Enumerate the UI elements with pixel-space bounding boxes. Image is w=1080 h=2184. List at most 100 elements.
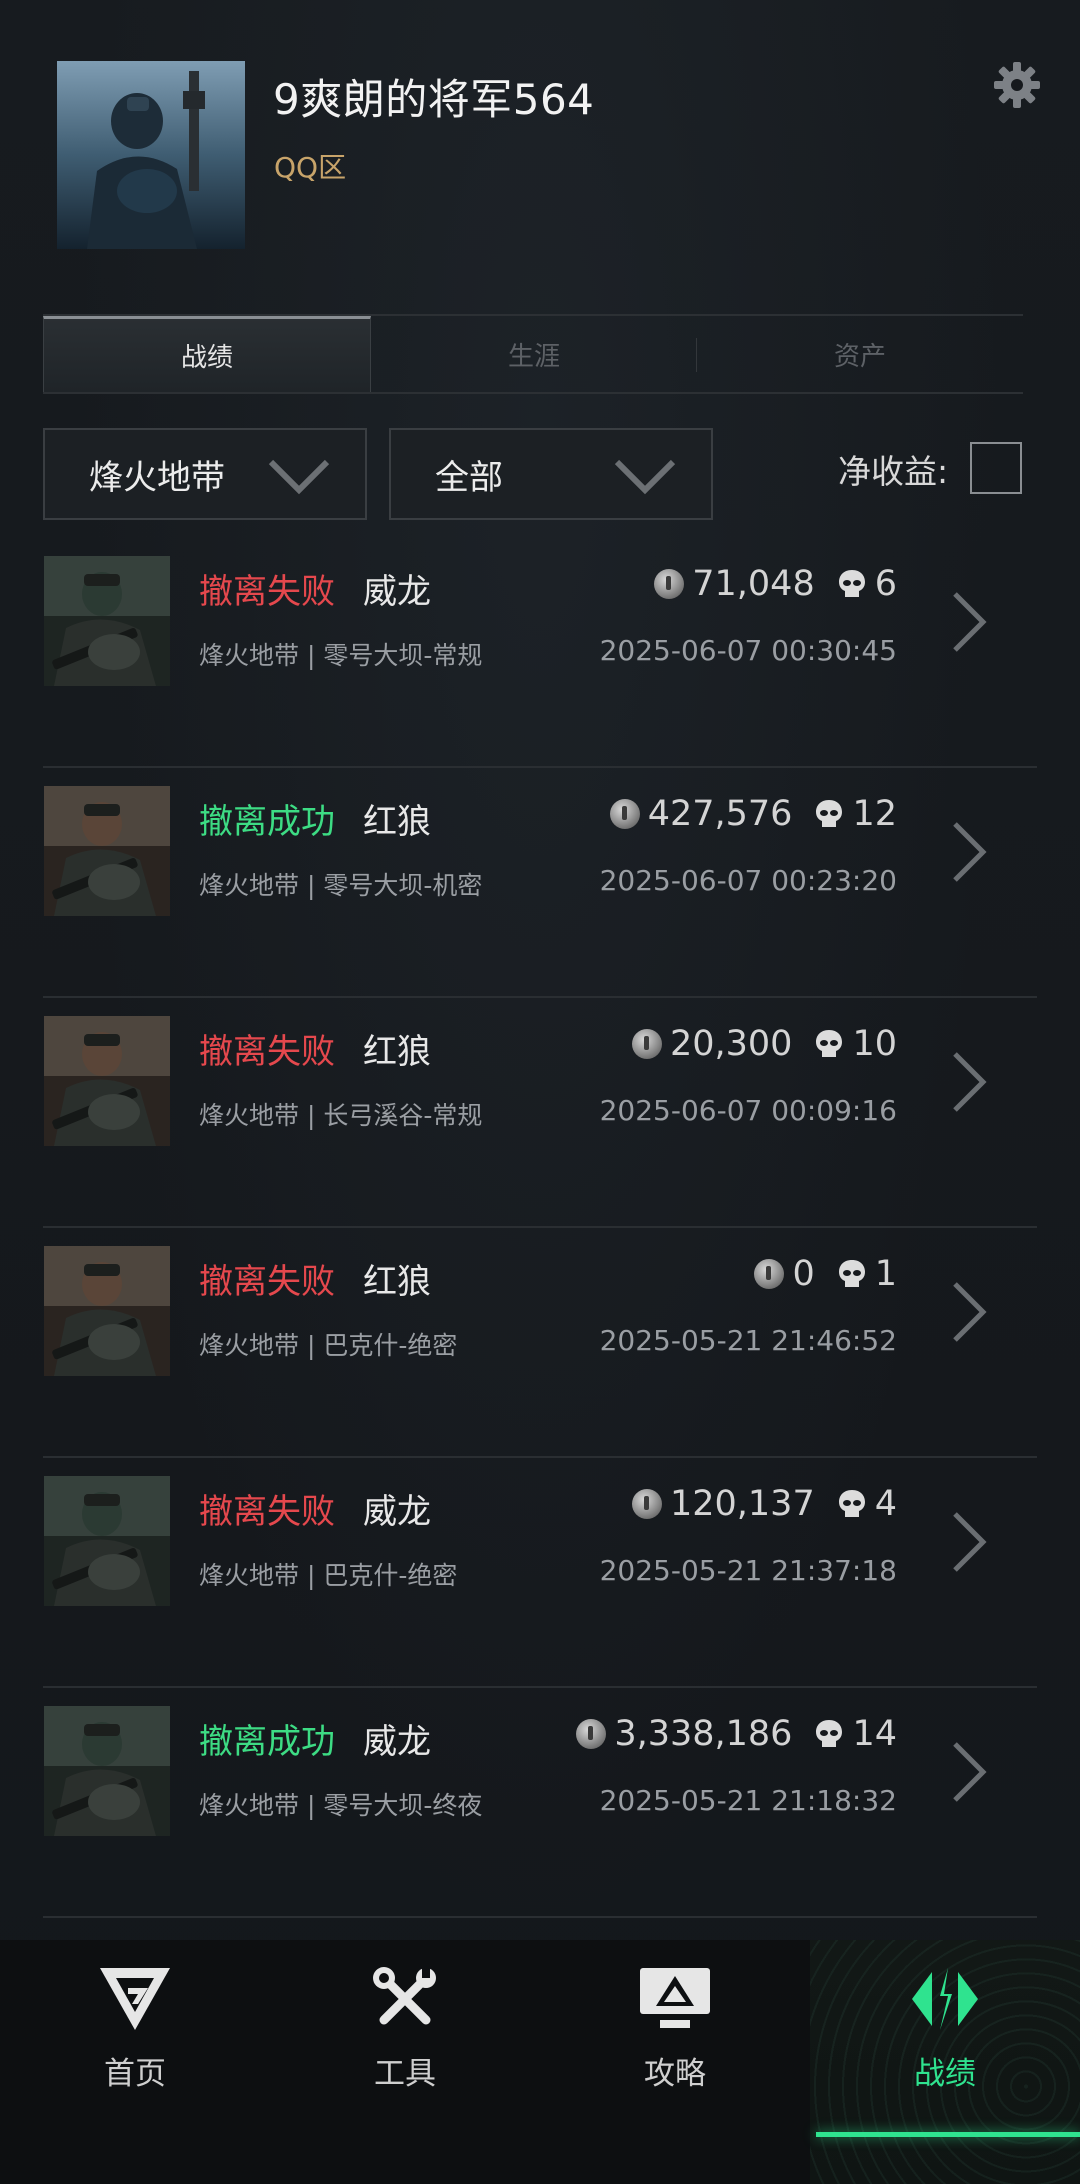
coin-icon bbox=[576, 1719, 607, 1749]
value-amount: 427,576 bbox=[647, 794, 793, 834]
coin-icon bbox=[631, 1489, 662, 1519]
operator-name: 红狼 bbox=[363, 802, 431, 842]
tools-icon bbox=[365, 1964, 445, 2034]
settings-gear-icon[interactable] bbox=[992, 60, 1042, 110]
operator-name: 红狼 bbox=[363, 1032, 431, 1072]
coin-icon bbox=[609, 799, 640, 829]
coin-icon bbox=[654, 569, 685, 599]
record-timestamp: 2025-05-21 21:18:32 bbox=[599, 1784, 897, 1817]
nav-label: 攻略 bbox=[644, 2056, 706, 2092]
record-row[interactable]: 撤离成功 红狼 烽火地带 | 零号大坝-机密 427,576 12 2025-0… bbox=[43, 768, 1037, 998]
skull-icon bbox=[838, 570, 865, 597]
scope-dropdown-label: 全部 bbox=[435, 457, 503, 498]
extraction-status: 撤离失败 bbox=[199, 1262, 335, 1302]
operator-name: 威龙 bbox=[363, 1722, 431, 1762]
tab-label: 资产 bbox=[833, 341, 886, 372]
operator-avatar bbox=[44, 1246, 170, 1376]
operator-avatar bbox=[44, 1706, 170, 1836]
net-income-checkbox[interactable] bbox=[970, 442, 1022, 494]
chevron-right-icon[interactable] bbox=[951, 1280, 987, 1344]
tab-records[interactable]: 战绩 bbox=[43, 316, 371, 392]
tab-bar: 战绩 生涯 资产 bbox=[43, 314, 1023, 394]
chevron-right-icon[interactable] bbox=[951, 590, 987, 654]
mode-dropdown-label: 烽火地带 bbox=[89, 457, 225, 498]
nav-records[interactable]: 战绩 bbox=[810, 1940, 1080, 2184]
chevron-right-icon[interactable] bbox=[951, 1510, 987, 1574]
kill-count: 4 bbox=[874, 1484, 897, 1524]
operator-avatar bbox=[44, 556, 170, 686]
active-tab-indicator bbox=[816, 2132, 1080, 2137]
value-amount: 3,338,186 bbox=[614, 1714, 793, 1754]
region-label: QQ区 bbox=[274, 151, 347, 184]
mode-dropdown[interactable]: 烽火地带 bbox=[43, 428, 367, 520]
bottom-nav: 首页 工具 攻略 战绩 bbox=[0, 1940, 1080, 2184]
mode-map-label: 烽火地带 | 零号大坝-常规 bbox=[199, 641, 483, 670]
skull-icon bbox=[816, 1720, 843, 1747]
extraction-status: 撤离失败 bbox=[199, 1032, 335, 1072]
skull-icon bbox=[816, 800, 843, 827]
extraction-status: 撤离成功 bbox=[199, 1722, 335, 1762]
coin-icon bbox=[631, 1029, 662, 1059]
profile-avatar[interactable] bbox=[57, 61, 245, 249]
record-row[interactable]: 撤离失败 红狼 烽火地带 | 巴克什-绝密 0 1 2025-05-21 21:… bbox=[43, 1228, 1037, 1458]
skull-icon bbox=[838, 1490, 865, 1517]
guide-monitor-icon bbox=[635, 1964, 715, 2034]
record-stats: 3,338,186 14 bbox=[576, 1710, 897, 1758]
operator-name: 威龙 bbox=[363, 572, 431, 612]
extraction-status: 撤离失败 bbox=[199, 572, 335, 612]
home-logo-icon bbox=[95, 1964, 175, 2034]
chevron-down-icon bbox=[614, 459, 676, 495]
record-stats: 427,576 12 bbox=[609, 790, 897, 838]
skull-icon bbox=[816, 1030, 843, 1057]
mode-map-label: 烽火地带 | 零号大坝-终夜 bbox=[199, 1791, 483, 1820]
tab-career[interactable]: 生涯 bbox=[371, 316, 697, 392]
value-amount: 120,137 bbox=[669, 1484, 815, 1524]
record-stats: 0 1 bbox=[754, 1250, 897, 1298]
chevron-right-icon[interactable] bbox=[951, 820, 987, 884]
value-amount: 20,300 bbox=[669, 1024, 793, 1064]
mode-map-label: 烽火地带 | 长弓溪谷-常规 bbox=[199, 1101, 483, 1130]
nav-label: 首页 bbox=[104, 2056, 166, 2092]
net-income-label: 净收益: bbox=[838, 452, 949, 491]
record-row[interactable]: 撤离失败 红狼 烽火地带 | 长弓溪谷-常规 20,300 10 2025-06… bbox=[43, 998, 1037, 1228]
record-timestamp: 2025-06-07 00:30:45 bbox=[599, 634, 897, 667]
record-row[interactable]: 撤离成功 威龙 烽火地带 | 零号大坝-终夜 3,338,186 14 2025… bbox=[43, 1688, 1037, 1918]
operator-name: 威龙 bbox=[363, 1492, 431, 1532]
record-timestamp: 2025-06-07 00:23:20 bbox=[599, 864, 897, 897]
operator-avatar bbox=[44, 1476, 170, 1606]
extraction-status: 撤离成功 bbox=[199, 802, 335, 842]
record-timestamp: 2025-05-21 21:46:52 bbox=[599, 1324, 897, 1357]
record-row[interactable]: 撤离失败 威龙 烽火地带 | 巴克什-绝密 120,137 4 2025-05-… bbox=[43, 1458, 1037, 1688]
nav-label: 战绩 bbox=[914, 2056, 976, 2092]
mode-map-label: 烽火地带 | 巴克什-绝密 bbox=[199, 1331, 458, 1360]
nav-guide[interactable]: 攻略 bbox=[540, 1940, 810, 2184]
tab-label: 战绩 bbox=[180, 343, 233, 373]
operator-avatar bbox=[44, 786, 170, 916]
kill-count: 12 bbox=[852, 794, 897, 834]
record-stats: 120,137 4 bbox=[631, 1480, 897, 1528]
record-stats: 20,300 10 bbox=[631, 1020, 897, 1068]
kill-count: 1 bbox=[874, 1254, 897, 1294]
chevron-down-icon bbox=[268, 459, 330, 495]
record-row[interactable]: 撤离失败 威龙 烽火地带 | 零号大坝-常规 71,048 6 2025-06-… bbox=[43, 538, 1037, 768]
nav-tools[interactable]: 工具 bbox=[270, 1940, 540, 2184]
username: 9爽朗的将军564 bbox=[273, 75, 595, 124]
kill-count: 10 bbox=[852, 1024, 897, 1064]
chevron-right-icon[interactable] bbox=[951, 1050, 987, 1114]
coin-icon bbox=[754, 1259, 785, 1289]
record-timestamp: 2025-05-21 21:37:18 bbox=[599, 1554, 897, 1587]
chevron-right-icon[interactable] bbox=[951, 1740, 987, 1804]
value-amount: 71,048 bbox=[692, 564, 815, 604]
page: 9爽朗的将军564 QQ区 战绩 生涯 资产 烽火地带 全部 净收益: 撤离失败… bbox=[0, 0, 1080, 2184]
operator-name: 红狼 bbox=[363, 1262, 431, 1302]
mode-map-label: 烽火地带 | 巴克什-绝密 bbox=[199, 1561, 458, 1590]
mode-map-label: 烽火地带 | 零号大坝-机密 bbox=[199, 871, 483, 900]
kill-count: 14 bbox=[852, 1714, 897, 1754]
nav-home[interactable]: 首页 bbox=[0, 1940, 270, 2184]
tab-assets[interactable]: 资产 bbox=[697, 316, 1023, 392]
record-icon bbox=[905, 1964, 985, 2034]
value-amount: 0 bbox=[792, 1254, 815, 1294]
record-timestamp: 2025-06-07 00:09:16 bbox=[599, 1094, 897, 1127]
scope-dropdown[interactable]: 全部 bbox=[389, 428, 713, 520]
operator-avatar bbox=[44, 1016, 170, 1146]
